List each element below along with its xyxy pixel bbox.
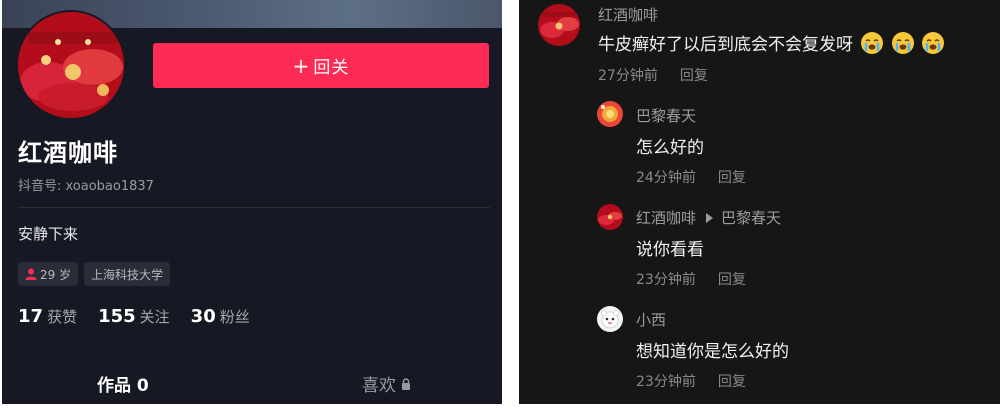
comment-text-reply1: 怎么好的 (636, 138, 704, 158)
reply-button[interactable]: 回复 (718, 167, 746, 187)
lock-icon (402, 377, 410, 390)
comment-avatar-reply1[interactable] (597, 101, 623, 127)
tab-likes-label: 喜欢 (362, 376, 396, 396)
profile-divider (18, 207, 490, 208)
comment-author-reply2: 红酒咖啡 巴黎春天 (636, 207, 781, 228)
reply-button[interactable]: 回复 (680, 65, 708, 85)
reply-button[interactable]: 回复 (718, 269, 746, 289)
follow-back-label: 回关 (313, 58, 350, 78)
stat-following-count: 155 (98, 306, 136, 327)
comment-author-reply1[interactable]: 巴黎春天 (636, 105, 696, 126)
user-icon (25, 268, 37, 280)
crying-face-icon (922, 32, 945, 54)
reply2-reply-to-name[interactable]: 巴黎春天 (721, 209, 781, 227)
crying-face-icon (861, 32, 884, 54)
stat-following-label: 关注 (139, 308, 170, 326)
stat-followers-count: 30 (190, 306, 216, 327)
comment-avatar-reply3[interactable] (597, 306, 623, 332)
school-tag-label: 上海科技大学 (91, 267, 164, 282)
age-tag: 29 岁 (18, 262, 79, 286)
tab-works[interactable]: 作品 0 (97, 371, 149, 396)
comment-time: 23分钟前 (636, 374, 696, 390)
comment-time: 27分钟前 (598, 68, 658, 84)
reply-button[interactable]: 回复 (718, 371, 746, 391)
comment-text-reply2: 说你看看 (636, 240, 704, 260)
douyin-id: 抖音号: xoaobao1837 (18, 179, 154, 194)
stat-likes: 17 获赞 (18, 306, 77, 327)
comment-text-main: 牛皮癣好了以后到底会不会复发呀 (598, 30, 945, 56)
comment-text-main-body: 牛皮癣好了以后到底会不会复发呀 (598, 35, 853, 55)
profile-panel: + 回关 红酒咖啡 抖音号: xoaobao1837 安静下来 29 岁 上海科… (2, 0, 502, 404)
comment-author-main[interactable]: 红酒咖啡 (598, 4, 658, 25)
tab-likes[interactable]: 喜欢 (362, 371, 411, 396)
age-tag-label: 29 岁 (40, 267, 72, 282)
profile-stats: 17 获赞 155 关注 30 粉丝 (18, 306, 271, 327)
profile-avatar[interactable] (16, 10, 126, 120)
follow-back-button[interactable]: + 回关 (153, 43, 489, 88)
comment-meta-reply2: 23分钟前 回复 (636, 269, 746, 289)
comment-avatar-main[interactable] (538, 4, 580, 46)
stat-followers-label: 粉丝 (219, 308, 250, 326)
comment-text-reply3: 想知道你是怎么好的 (636, 342, 789, 362)
comment-time: 24分钟前 (636, 170, 696, 186)
school-tag: 上海科技大学 (84, 262, 171, 286)
reply-to-arrow-icon (706, 212, 714, 223)
comment-meta-reply1: 24分钟前 回复 (636, 167, 746, 187)
stat-likes-label: 获赞 (47, 308, 78, 326)
stat-likes-count: 17 (18, 306, 44, 327)
crying-face-icon (891, 32, 914, 54)
comment-author-reply3[interactable]: 小西 (636, 309, 666, 330)
comment-time: 23分钟前 (636, 272, 696, 288)
comment-meta-reply3: 23分钟前 回复 (636, 371, 746, 391)
screenshot-root: + 回关 红酒咖啡 抖音号: xoaobao1837 安静下来 29 岁 上海科… (0, 0, 1000, 409)
reply2-author-name[interactable]: 红酒咖啡 (636, 209, 696, 227)
plus-icon: + (292, 53, 311, 78)
comments-panel: 红酒咖啡 牛皮癣好了以后到底会不会复发呀 27分钟前 回复 巴黎春天 怎么好的 … (519, 0, 1000, 404)
stat-following[interactable]: 155 关注 (98, 306, 170, 327)
profile-nickname: 红酒咖啡 (18, 139, 118, 167)
profile-bio: 安静下来 (18, 225, 79, 243)
comment-avatar-reply2[interactable] (597, 204, 623, 230)
stat-followers[interactable]: 30 粉丝 (191, 306, 250, 327)
comment-meta-main: 27分钟前 回复 (598, 65, 708, 85)
